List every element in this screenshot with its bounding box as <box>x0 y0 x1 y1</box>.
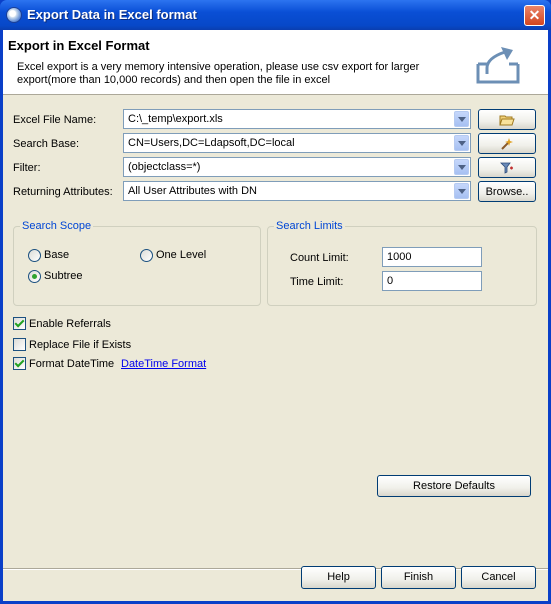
search-limits-group: Search Limits Count Limit: 1000 Time Lim… <box>267 220 537 306</box>
returning-attributes-value: All User Attributes with DN <box>128 185 257 197</box>
radio-base-label: Base <box>44 249 70 261</box>
header-description: Excel export is a very memory intensive … <box>17 61 420 86</box>
dialog-body: Export in Excel Format Excel export is a… <box>3 30 548 601</box>
returning-attributes-combo[interactable]: All User Attributes with DN <box>123 181 471 201</box>
radio-one-level-label: One Level <box>156 249 207 261</box>
filter-icon <box>500 162 513 174</box>
radio-subtree-label: Subtree <box>44 270 83 282</box>
format-datetime-checkbox[interactable] <box>13 357 26 370</box>
browse-button[interactable]: Browse.. <box>478 181 536 202</box>
app-icon <box>6 7 22 23</box>
filter-label: Filter: <box>13 162 41 174</box>
window-title: Export Data in Excel format <box>27 7 197 22</box>
close-button[interactable]: ✕ <box>524 5 545 26</box>
format-datetime-label: Format DateTime <box>29 358 115 370</box>
page-title: Export in Excel Format <box>8 38 150 53</box>
time-limit-label: Time Limit: <box>290 276 344 288</box>
cancel-button[interactable]: Cancel <box>461 566 536 589</box>
time-limit-value: 0 <box>387 275 394 287</box>
search-scope-group: Search Scope Base One Level Subtree <box>13 220 261 306</box>
radio-one-level[interactable] <box>140 249 153 262</box>
replace-file-label: Replace File if Exists <box>29 339 132 351</box>
restore-defaults-button[interactable]: Restore Defaults <box>377 475 531 497</box>
filter-combo[interactable]: (objectclass=*) <box>123 157 471 177</box>
count-limit-value: 1000 <box>387 251 412 263</box>
select-search-base-button[interactable] <box>478 133 536 154</box>
chevron-down-icon[interactable] <box>454 183 469 199</box>
header-banner: Export in Excel Format Excel export is a… <box>3 30 548 95</box>
enable-referrals-checkbox[interactable] <box>13 317 26 330</box>
help-button[interactable]: Help <box>301 566 376 589</box>
folder-icon <box>499 115 515 125</box>
cancel-button-label: Cancel <box>481 571 516 583</box>
file-name-combo[interactable]: C:\_temp\export.xls <box>123 109 471 129</box>
restore-defaults-label: Restore Defaults <box>413 480 495 492</box>
count-limit-label: Count Limit: <box>290 252 349 264</box>
open-folder-button[interactable] <box>478 109 536 130</box>
browse-button-label: Browse.. <box>485 186 529 198</box>
enable-referrals-label: Enable Referrals <box>29 318 111 330</box>
time-limit-input[interactable]: 0 <box>382 271 482 291</box>
wand-icon <box>501 137 513 150</box>
filter-value: (objectclass=*) <box>128 161 201 173</box>
file-name-label: Excel File Name: <box>13 114 97 126</box>
chevron-down-icon[interactable] <box>454 159 469 175</box>
search-base-label: Search Base: <box>13 138 80 150</box>
chevron-down-icon[interactable] <box>454 111 469 127</box>
radio-subtree[interactable] <box>28 270 41 283</box>
returning-attributes-label: Returning Attributes: <box>13 186 113 198</box>
export-icon <box>476 47 520 84</box>
datetime-format-link[interactable]: DateTime Format <box>121 358 206 370</box>
chevron-down-icon[interactable] <box>454 135 469 151</box>
file-name-value: C:\_temp\export.xls <box>128 113 223 125</box>
filter-builder-button[interactable] <box>478 157 536 178</box>
count-limit-input[interactable]: 1000 <box>382 247 482 267</box>
finish-button-label: Finish <box>403 571 434 583</box>
help-button-label: Help <box>327 571 350 583</box>
radio-base[interactable] <box>28 249 41 262</box>
finish-button[interactable]: Finish <box>381 566 456 589</box>
search-limits-title: Search Limits <box>274 220 345 232</box>
search-base-combo[interactable]: CN=Users,DC=Ldapsoft,DC=local <box>123 133 471 153</box>
search-base-value: CN=Users,DC=Ldapsoft,DC=local <box>128 137 295 149</box>
title-bar[interactable]: Export Data in Excel format ✕ <box>0 0 551 30</box>
dialog-window: Export Data in Excel format ✕ Export in … <box>0 0 551 604</box>
replace-file-checkbox[interactable] <box>13 338 26 351</box>
search-scope-title: Search Scope <box>20 220 94 232</box>
